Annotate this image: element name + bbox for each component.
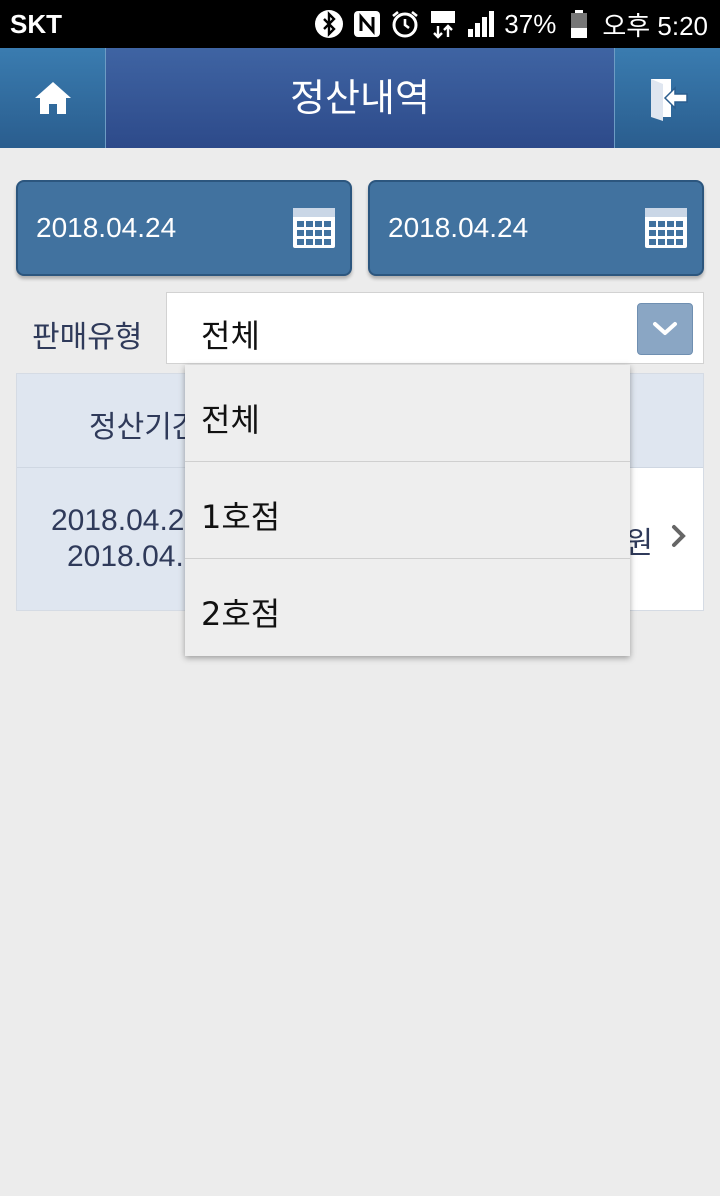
lte-icon <box>428 9 458 39</box>
battery-icon <box>564 9 594 39</box>
nfc-icon <box>352 9 382 39</box>
calendar-icon <box>293 208 335 248</box>
sales-type-selected: 전체 <box>201 317 260 355</box>
battery-percent: 37% <box>504 8 557 39</box>
calendar-icon <box>645 208 687 248</box>
chevron-right-icon <box>672 525 686 547</box>
logout-icon <box>650 79 688 121</box>
status-icons: 37% 오후 5:20 <box>314 6 708 42</box>
sales-type-dropdown: 전체 1호점 2호점 <box>185 365 630 656</box>
clock-label: 오후 5:20 <box>602 10 708 41</box>
start-date-button[interactable]: 2018.04.24 <box>16 180 352 276</box>
column-header-period: 정산기간 <box>89 410 200 445</box>
app-header: 정산내역 <box>0 48 720 148</box>
option-label: 1호점 <box>201 498 281 536</box>
signal-icon <box>466 9 496 39</box>
dropdown-option-store1[interactable]: 1호점 <box>185 462 630 559</box>
end-date-button[interactable]: 2018.04.24 <box>368 180 704 276</box>
page-title: 정산내역 <box>290 76 430 120</box>
end-date-text: 2018.04.24 <box>388 212 529 243</box>
start-date-text: 2018.04.24 <box>36 212 177 243</box>
carrier-label: SKT <box>10 9 62 39</box>
period-start-text: 2018.04.2 <box>51 504 185 537</box>
status-bar: SKT 37% 오후 5:20 <box>0 0 720 48</box>
bluetooth-icon <box>314 9 344 39</box>
chevron-down-icon <box>653 322 677 335</box>
dropdown-option-all[interactable]: 전체 <box>185 365 630 462</box>
period-end-text: 2018.04. <box>67 540 184 573</box>
home-button[interactable] <box>0 48 106 148</box>
home-icon <box>34 82 71 114</box>
logout-button[interactable] <box>614 48 720 148</box>
alarm-icon <box>390 9 420 39</box>
option-label: 전체 <box>201 401 260 439</box>
option-label: 2호점 <box>201 595 281 633</box>
sales-type-select[interactable]: 전체 <box>166 292 704 364</box>
select-toggle-button[interactable] <box>637 303 693 355</box>
dropdown-option-store2[interactable]: 2호점 <box>185 559 630 656</box>
sales-type-label: 판매유형 <box>32 320 143 355</box>
